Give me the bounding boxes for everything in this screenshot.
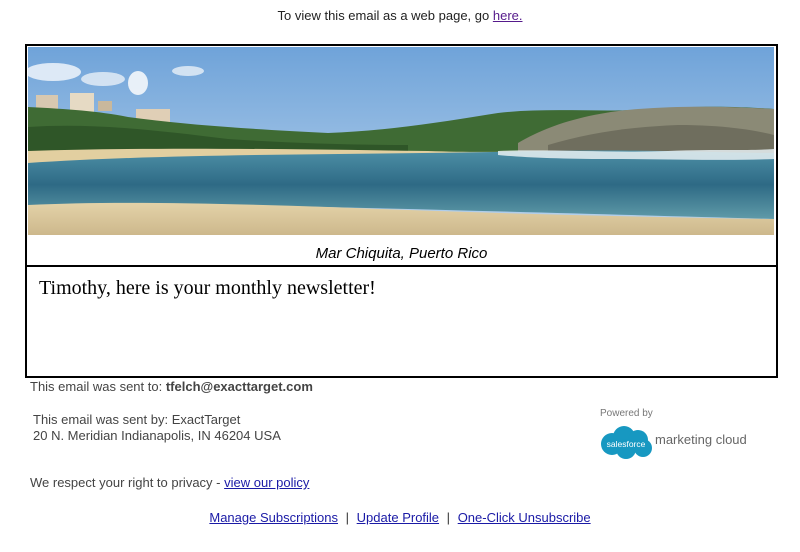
update-profile-link[interactable]: Update Profile xyxy=(357,510,439,525)
privacy-text: We respect your right to privacy - xyxy=(30,475,221,490)
sender-info: This email was sent by: ExactTarget 20 N… xyxy=(33,412,281,444)
greeting-text: Timothy, here is your monthly newsletter… xyxy=(39,277,376,299)
web-view-text: To view this email as a web page, go xyxy=(277,8,490,23)
powered-by-logo: Powered by salesforce marketing cloud xyxy=(598,408,768,464)
web-view-line: To view this email as a web page, go her… xyxy=(0,8,800,23)
hero-caption: Mar Chiquita, Puerto Rico xyxy=(315,245,488,262)
link-separator: | xyxy=(446,510,451,525)
recipient-email: tfelch@exacttarget.com xyxy=(165,379,313,394)
brand-product-label: marketing cloud xyxy=(655,432,747,447)
sent-by-line: This email was sent by: ExactTarget xyxy=(33,412,241,427)
salesforce-cloud-icon: salesforce xyxy=(601,426,652,459)
manage-subscriptions-link[interactable]: Manage Subscriptions xyxy=(209,510,338,525)
sent-to-line: This email was sent to: tfelch@exacttarg… xyxy=(30,379,313,394)
link-separator: | xyxy=(345,510,350,525)
hero-image xyxy=(28,47,774,235)
powered-by-label: Powered by xyxy=(600,408,653,419)
content-divider xyxy=(27,265,776,267)
web-view-link[interactable]: here. xyxy=(493,8,523,23)
footer-links: Manage Subscriptions | Update Profile | … xyxy=(0,510,800,525)
privacy-policy-link[interactable]: view our policy xyxy=(224,475,309,490)
unsubscribe-link[interactable]: One-Click Unsubscribe xyxy=(458,510,591,525)
email-content-frame: Mar Chiquita, Puerto Rico Timothy, here … xyxy=(25,44,778,378)
privacy-line: We respect your right to privacy - view … xyxy=(30,475,309,490)
sender-address: 20 N. Meridian Indianapolis, IN 46204 US… xyxy=(33,428,281,443)
beach-photo xyxy=(28,47,774,235)
brand-word: salesforce xyxy=(607,439,646,449)
sent-to-label: This email was sent to: xyxy=(30,379,163,394)
